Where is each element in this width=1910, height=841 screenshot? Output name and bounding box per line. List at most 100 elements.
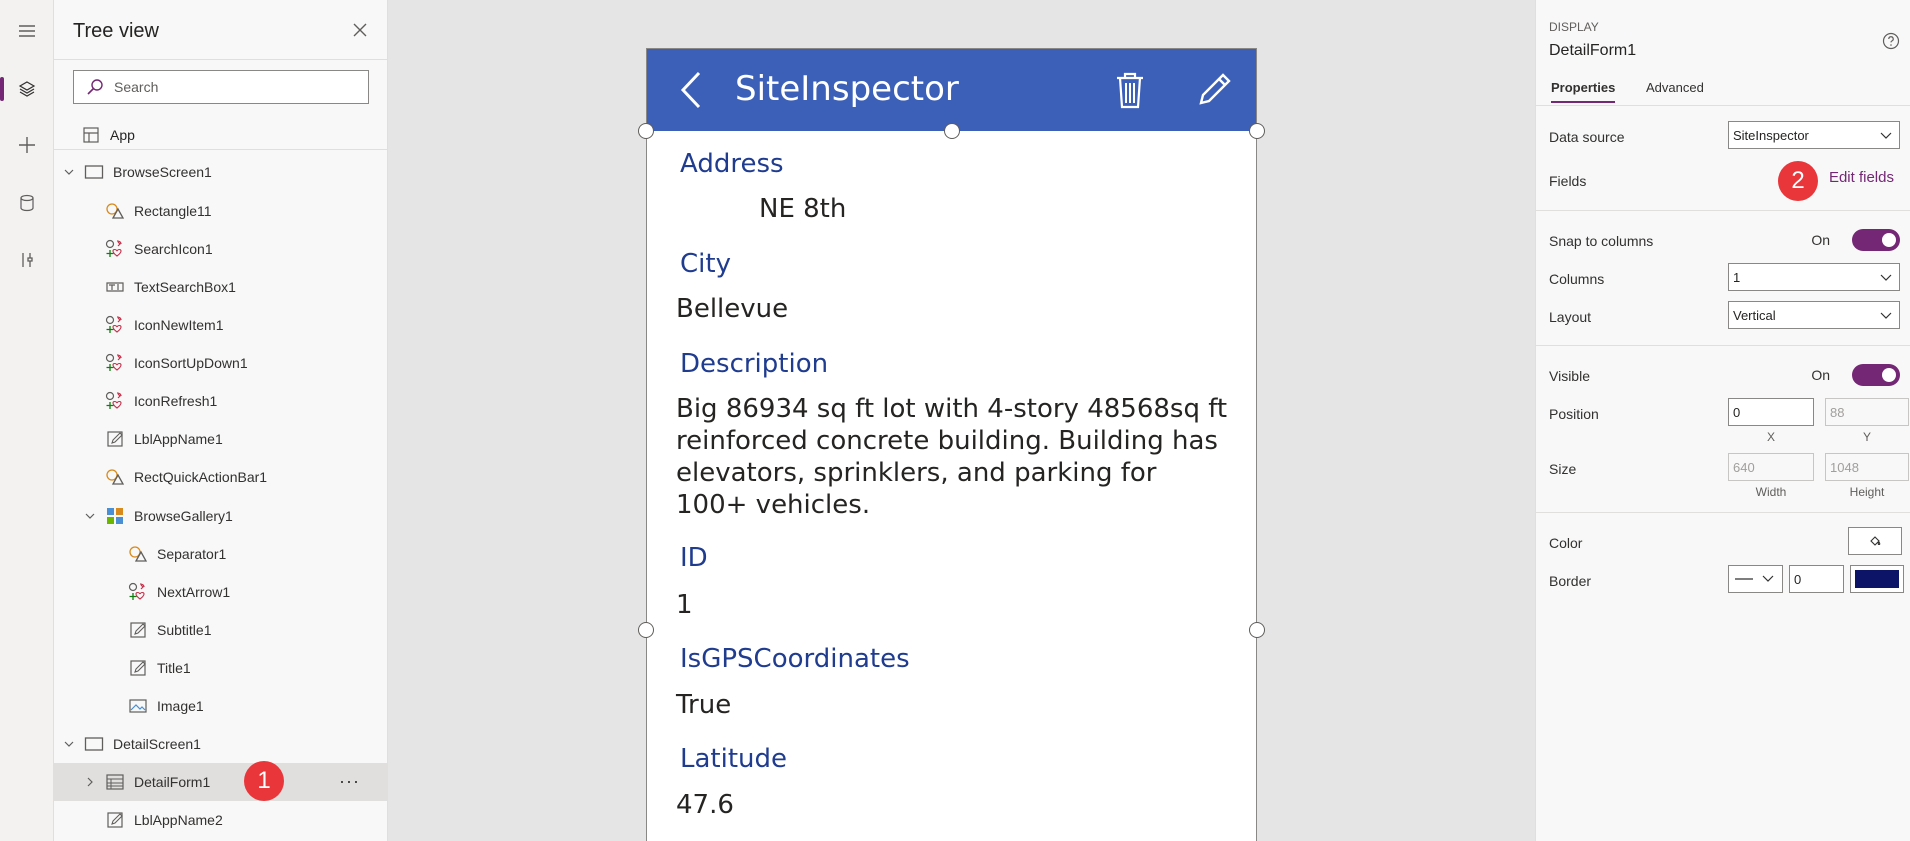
fields-label: Fields [1549,173,1587,189]
tree-item-browsescreen1[interactable]: BrowseScreen1 [54,153,387,191]
columns-label: Columns [1549,271,1605,287]
width-caption: Width [1755,485,1787,499]
snap-to-columns-toggle[interactable]: On [1811,229,1900,251]
data-source-dropdown[interactable]: SiteInspector [1728,121,1900,149]
tree-item-image1[interactable]: Image1 [54,687,387,725]
field-value-address: NE 8th [759,194,847,224]
tree-item-nextarrow1[interactable]: NextArrow1 [54,573,387,611]
tree-item-iconsortupdown1[interactable]: IconSortUpDown1 [54,344,387,382]
x-caption: X [1766,430,1775,444]
layers-icon[interactable] [0,69,54,109]
tab-properties[interactable]: Properties [1551,80,1616,103]
position-x-input[interactable]: 0 [1728,398,1814,426]
data-source-value: SiteInspector [1733,127,1809,143]
tree-search-box[interactable] [73,70,369,104]
toggle-switch[interactable] [1852,229,1900,251]
tree-item-app[interactable]: App [54,120,387,150]
resize-handle-top-left[interactable] [638,123,654,139]
layout-dropdown[interactable]: Vertical [1728,301,1900,329]
border-width-input[interactable]: 0 [1789,565,1844,593]
back-arrow-icon[interactable] [677,69,707,111]
tree-item-label: BrowseScreen1 [113,164,212,180]
gallery-icon [105,506,125,526]
chevron-down-icon[interactable] [83,509,97,523]
tree-item-iconnewitem1[interactable]: IconNewItem1 [54,306,387,344]
columns-value: 1 [1733,269,1741,285]
more-options-icon[interactable]: ··· [339,771,360,792]
toggle-state: On [1811,367,1830,383]
tree-item-rectangle11[interactable]: Rectangle11 [54,192,387,230]
border-line-style-icon [1735,575,1774,582]
tree-item-subtitle1[interactable]: Subtitle1 [54,611,387,649]
tree-item-rectquickactionbar1[interactable]: RectQuickActionBar1 [54,458,387,496]
field-value-description: Big 86934 sq ft lot with 4-story 48568sq… [676,394,1228,520]
close-icon[interactable] [350,20,370,40]
chevron-down-icon[interactable] [62,737,76,751]
field-label-address: Address [680,149,784,179]
tab-advanced[interactable]: Advanced [1646,80,1704,101]
app-icon [83,126,99,143]
tree-item-searchicon1[interactable]: SearchIcon1 [54,230,387,268]
tree-item-label: Subtitle1 [157,622,212,638]
screen-icon [84,734,104,754]
icons-control-icon [105,391,125,411]
snap-to-columns-label: Snap to columns [1549,233,1654,249]
tree-item-label: IconRefresh1 [134,393,218,409]
divider [1536,512,1910,513]
icons-control-icon [105,315,125,335]
tree-item-detailform1[interactable]: DetailForm1 ··· [54,763,387,801]
border-style-dropdown[interactable] [1728,565,1783,593]
position-y-input[interactable]: 88 [1825,398,1909,426]
border-label: Border [1549,573,1592,589]
toggle-switch[interactable] [1852,364,1900,386]
resize-handle-top-right[interactable] [1249,123,1265,139]
visible-toggle[interactable]: On [1811,364,1900,386]
tree-item-textsearchbox1[interactable]: TextSearchBox1 [54,268,387,306]
chevron-down-icon[interactable] [62,165,76,179]
tools-icon[interactable] [0,240,54,280]
tree-item-label: Image1 [157,698,204,714]
hamburger-menu-icon[interactable] [0,11,54,51]
tree-item-iconrefresh1[interactable]: IconRefresh1 [54,382,387,420]
insert-plus-icon[interactable] [0,125,54,165]
divider [1536,210,1910,211]
control-name[interactable]: DetailForm1 [1549,42,1636,60]
tree-item-label: RectQuickActionBar1 [134,469,268,485]
app-screen-preview[interactable]: SiteInspector Address NE 8th City Bellev… [646,48,1257,841]
columns-dropdown[interactable]: 1 [1728,263,1900,291]
tree-item-lblappname1[interactable]: LblAppName1 [54,420,387,458]
search-input[interactable] [114,79,354,95]
edit-pencil-icon[interactable] [1197,71,1233,107]
color-picker[interactable] [1848,527,1902,555]
height-caption: Height [1849,485,1885,499]
help-icon[interactable] [1882,32,1900,50]
app-title: SiteInspector [735,69,959,109]
tree-item-separator1[interactable]: Separator1 [54,535,387,573]
properties-panel: DISPLAY DetailForm1 Properties Advanced … [1535,0,1910,841]
resize-handle-middle-right[interactable] [1249,622,1265,638]
tree-item-label: IconNewItem1 [134,317,224,333]
label-icon [105,429,125,449]
size-height-input[interactable]: 1048 [1825,453,1909,481]
tree-item-browsegallery1[interactable]: BrowseGallery1 [54,497,387,535]
tree-item-label: TextSearchBox1 [134,279,236,295]
tree-view-title: Tree view [73,20,159,42]
edit-fields-link[interactable]: Edit fields [1829,169,1894,186]
tree-item-title1[interactable]: Title1 [54,649,387,687]
trash-icon[interactable] [1115,71,1145,109]
border-color-picker[interactable] [1850,565,1904,593]
size-width-input[interactable]: 640 [1728,453,1814,481]
shape-icon [128,544,148,564]
database-icon[interactable] [0,183,54,223]
tree-item-detailscreen1[interactable]: DetailScreen1 [54,725,387,763]
tree-item-label: DetailForm1 [134,774,211,790]
chevron-right-icon[interactable] [83,775,97,789]
field-value-city: Bellevue [676,294,789,324]
tree-item-lblappname2[interactable]: LblAppName2 [54,801,387,839]
icons-control-icon [128,582,148,602]
app-header-bar: SiteInspector [647,49,1256,131]
resize-handle-top-center[interactable] [944,123,960,139]
tree-item-label: SearchIcon1 [134,241,213,257]
toggle-state: On [1811,232,1830,248]
resize-handle-middle-left[interactable] [638,622,654,638]
